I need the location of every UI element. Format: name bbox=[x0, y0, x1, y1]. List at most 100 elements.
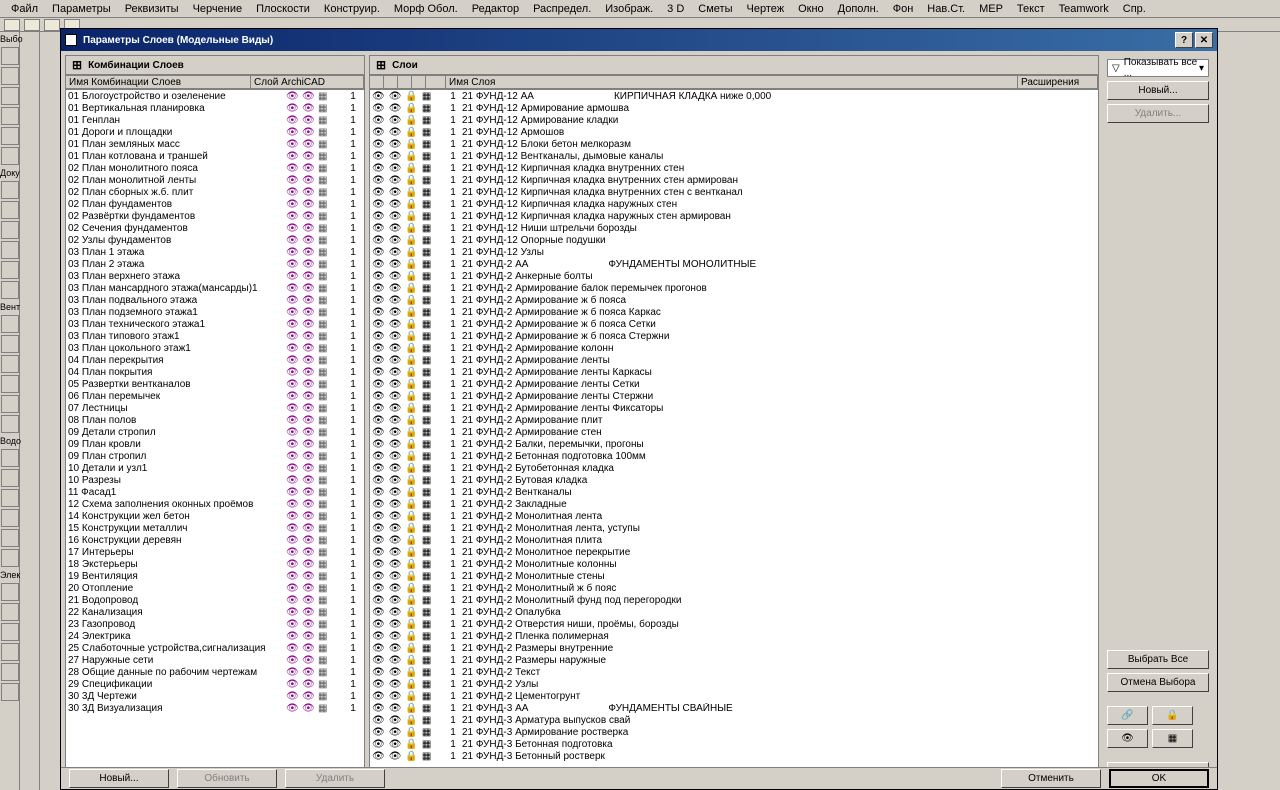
eye-icon[interactable]: 👁 bbox=[302, 427, 314, 437]
eye-icon[interactable]: 👁 bbox=[302, 139, 314, 149]
eye-icon[interactable]: 👁 bbox=[389, 247, 402, 258]
layer-row[interactable]: 👁 👁 🔒 ▦ 1 21 ФУНД-2 Армирование ленты Фи… bbox=[370, 402, 1098, 414]
eye-icon[interactable]: 👁 bbox=[372, 451, 385, 462]
layer-row[interactable]: 👁 👁 🔒 ▦ 1 21 ФУНД-3 Бетонный ростверк bbox=[370, 750, 1098, 762]
eye-icon[interactable]: 👁 bbox=[389, 619, 402, 630]
eye-icon[interactable]: 👁 bbox=[372, 295, 385, 306]
lock-icon[interactable]: ▦ bbox=[318, 211, 330, 221]
eye-icon[interactable]: 👁 bbox=[286, 511, 298, 521]
eye-icon[interactable]: 👁 bbox=[302, 223, 314, 233]
eye-icon[interactable]: 👁 bbox=[302, 235, 314, 245]
eye-icon[interactable]: 👁 bbox=[389, 631, 402, 642]
lock-icon[interactable]: ▦ bbox=[318, 703, 330, 713]
menu-item[interactable]: 3 D bbox=[660, 3, 691, 15]
eye-icon[interactable]: 👁 bbox=[372, 115, 385, 126]
wireframe-icon[interactable]: ▦ bbox=[422, 415, 431, 426]
layer-row[interactable]: 👁 👁 🔒 ▦ 1 21 ФУНД-3 ААФУНДАМЕНТЫ СВАЙНЫЕ bbox=[370, 702, 1098, 714]
wireframe-icon[interactable]: ▦ bbox=[422, 343, 431, 354]
eye-icon[interactable]: 👁 bbox=[286, 559, 298, 569]
layer-row[interactable]: 👁 👁 🔒 ▦ 1 21 ФУНД-12 Армирование кладки bbox=[370, 114, 1098, 126]
combo-row[interactable]: 02 План монолитного пояса 👁 👁 ▦ 1 bbox=[66, 162, 364, 174]
eye-icon[interactable]: 👁 bbox=[302, 619, 314, 629]
lock-icon[interactable]: 🔒 bbox=[405, 379, 417, 390]
eye-icon[interactable]: 👁 bbox=[372, 559, 385, 570]
tool-button[interactable] bbox=[1, 355, 19, 373]
eye-icon[interactable]: 👁 bbox=[286, 595, 298, 605]
layer-row[interactable]: 👁 👁 🔒 ▦ 1 21 ФУНД-2 Армирование балок пе… bbox=[370, 282, 1098, 294]
lock-icon[interactable]: ▦ bbox=[318, 295, 330, 305]
menu-item[interactable]: Чертеж bbox=[740, 3, 792, 15]
eye-icon[interactable]: 👁 bbox=[372, 427, 385, 438]
eye-icon[interactable]: 👁 bbox=[302, 379, 314, 389]
lock-icon[interactable]: 🔒 bbox=[405, 103, 417, 114]
eye-icon[interactable]: 👁 bbox=[372, 139, 385, 150]
tool-button[interactable] bbox=[1, 261, 19, 279]
eye-icon[interactable]: 👁 bbox=[389, 475, 402, 486]
wireframe-icon[interactable]: ▦ bbox=[422, 391, 431, 402]
layer-row[interactable]: 👁 👁 🔒 ▦ 1 21 ФУНД-12 Кирпичная кладка вн… bbox=[370, 186, 1098, 198]
combo-row[interactable]: 09 Детали стропил 👁 👁 ▦ 1 bbox=[66, 426, 364, 438]
lock-icon[interactable]: 🔒 bbox=[405, 451, 417, 462]
show-all-dropdown[interactable]: ▽ Показывать все ... bbox=[1107, 59, 1209, 77]
eye-icon[interactable]: 👁 bbox=[302, 499, 314, 509]
combo-row[interactable]: 10 Разрезы 👁 👁 ▦ 1 bbox=[66, 474, 364, 486]
wireframe-icon[interactable]: ▦ bbox=[422, 655, 431, 666]
layer-list[interactable]: 👁 👁 🔒 ▦ 1 21 ФУНД-12 ААКИРПИЧНАЯ КЛАДКА … bbox=[369, 89, 1099, 785]
eye-icon[interactable]: 👁 bbox=[302, 343, 314, 353]
lock-icon[interactable]: ▦ bbox=[318, 643, 330, 653]
layer-row[interactable]: 👁 👁 🔒 ▦ 1 21 ФУНД-2 Армирование ленты Ст… bbox=[370, 390, 1098, 402]
wireframe-icon[interactable]: ▦ bbox=[422, 427, 431, 438]
eye-icon[interactable]: 👁 bbox=[389, 331, 402, 342]
layer-row[interactable]: 👁 👁 🔒 ▦ 1 21 ФУНД-2 Монолитный фунд под … bbox=[370, 594, 1098, 606]
eye-icon[interactable]: 👁 bbox=[372, 127, 385, 138]
eye-icon[interactable]: 👁 bbox=[389, 91, 402, 102]
lock-icon[interactable]: 🔒 bbox=[405, 163, 417, 174]
wireframe-icon[interactable]: ▦ bbox=[422, 607, 431, 618]
eye-icon[interactable]: 👁 bbox=[372, 175, 385, 186]
col-combo-name[interactable]: Имя Комбинации Слоев bbox=[66, 76, 251, 88]
eye-icon[interactable]: 👁 bbox=[286, 283, 298, 293]
eye-icon[interactable]: 👁 bbox=[389, 535, 402, 546]
lock-icon[interactable]: ▦ bbox=[318, 163, 330, 173]
menu-item[interactable]: Фон bbox=[886, 3, 921, 15]
layer-row[interactable]: 👁 👁 🔒 ▦ 1 21 ФУНД-3 Армирование ростверк… bbox=[370, 726, 1098, 738]
eye-icon[interactable]: 👁 bbox=[389, 751, 402, 762]
eye-icon[interactable]: 👁 bbox=[286, 295, 298, 305]
eye-icon[interactable]: 👁 bbox=[302, 103, 314, 113]
eye-icon[interactable]: 👁 bbox=[372, 583, 385, 594]
eye-icon[interactable]: 👁 bbox=[302, 391, 314, 401]
bottom-update-button[interactable]: Обновить bbox=[177, 769, 277, 788]
eye-icon[interactable]: 👁 bbox=[302, 367, 314, 377]
lock-icon[interactable]: 🔒 bbox=[405, 595, 417, 606]
eye-icon[interactable]: 👁 bbox=[302, 163, 314, 173]
eye-icon[interactable]: 👁 bbox=[286, 199, 298, 209]
menu-item[interactable]: Параметры bbox=[45, 3, 118, 15]
eye-icon[interactable]: 👁 bbox=[286, 391, 298, 401]
layer-row[interactable]: 👁 👁 🔒 ▦ 1 21 ФУНД-2 Армирование ж б пояс… bbox=[370, 294, 1098, 306]
lock-icon[interactable]: ▦ bbox=[318, 463, 330, 473]
lock-icon[interactable]: 🔒 bbox=[405, 175, 417, 186]
lock-icon[interactable]: 🔒 bbox=[405, 367, 417, 378]
lock-icon[interactable]: 🔒 bbox=[405, 139, 417, 150]
layer-row[interactable]: 👁 👁 🔒 ▦ 1 21 ФУНД-12 Блоки бетон мелкора… bbox=[370, 138, 1098, 150]
combo-row[interactable]: 02 Сечения фундаментов 👁 👁 ▦ 1 bbox=[66, 222, 364, 234]
wireframe-icon[interactable]: ▦ bbox=[422, 175, 431, 186]
layer-row[interactable]: 👁 👁 🔒 ▦ 1 21 ФУНД-12 Вентканалы, дымовые… bbox=[370, 150, 1098, 162]
combo-row[interactable]: 07 Лестницы 👁 👁 ▦ 1 bbox=[66, 402, 364, 414]
eye-icon[interactable]: 👁 bbox=[286, 403, 298, 413]
layer-row[interactable]: 👁 👁 🔒 ▦ 1 21 ФУНД-12 Кирпичная кладка на… bbox=[370, 210, 1098, 222]
wireframe-icon[interactable]: ▦ bbox=[422, 715, 431, 726]
new-layer-button[interactable]: Новый... bbox=[1107, 81, 1209, 100]
eye-icon[interactable]: 👁 bbox=[372, 595, 385, 606]
wireframe-icon[interactable]: ▦ bbox=[422, 559, 431, 570]
wireframe-icon[interactable]: ▦ bbox=[422, 751, 431, 762]
eye-icon[interactable]: 👁 bbox=[302, 535, 314, 545]
eye-icon[interactable]: 👁 bbox=[302, 415, 314, 425]
eye-icon[interactable]: 👁 bbox=[389, 583, 402, 594]
eye-icon[interactable]: 👁 bbox=[389, 643, 402, 654]
menubar[interactable]: ФайлПараметрыРеквизитыЧерчениеПлоскостиК… bbox=[0, 0, 1280, 18]
eye-icon[interactable]: 👁 bbox=[302, 451, 314, 461]
tool-button[interactable] bbox=[1, 583, 19, 601]
tool-button[interactable] bbox=[1, 449, 19, 467]
eye-icon[interactable]: 👁 bbox=[372, 511, 385, 522]
